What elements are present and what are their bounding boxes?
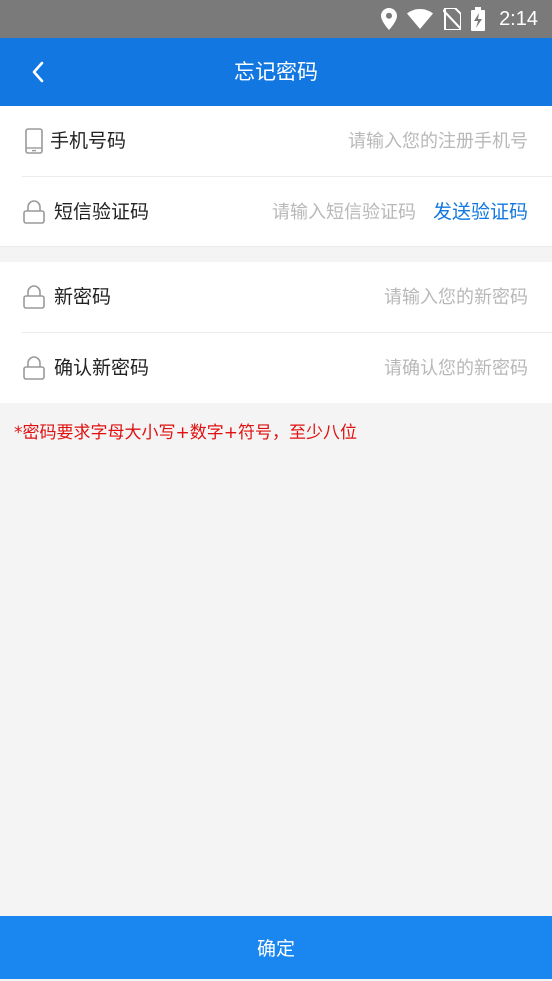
status-icons: 2:14 [381,0,538,38]
confirm-password-row: 确认新密码 [0,333,552,403]
phone-icon [22,128,46,154]
app-bar: 忘记密码 [0,38,552,106]
wifi-icon [407,9,434,29]
no-sim-icon [443,8,462,30]
new-password-input[interactable] [240,280,528,314]
status-time: 2:14 [499,7,538,30]
sms-code-label: 短信验证码 [54,201,150,223]
new-password-label: 新密码 [54,286,112,308]
group-divider [0,246,552,247]
page-title: 忘记密码 [234,60,318,84]
lock-icon [22,355,46,381]
confirm-password-label: 确认新密码 [54,357,150,379]
password-hint: *密码要求字母大小写+数字+符号，至少八位 [14,423,357,443]
sms-code-input[interactable] [200,195,416,229]
lock-icon [22,199,46,225]
password-group: 新密码 确认新密码 [0,262,552,403]
phone-row: 手机号码 [0,106,552,177]
lock-icon [22,284,46,310]
confirm-password-input[interactable] [240,351,528,385]
location-icon [381,8,398,30]
status-bar: 2:14 [0,0,552,38]
battery-charging-icon [471,7,486,31]
phone-input[interactable] [240,124,528,158]
verification-group: 手机号码 短信验证码 发送验证码 [0,106,552,247]
sms-code-row: 短信验证码 发送验证码 [0,177,552,247]
phone-label: 手机号码 [50,130,127,152]
new-password-row: 新密码 [0,262,552,333]
send-code-button[interactable]: 发送验证码 [433,177,528,247]
confirm-button[interactable]: 确定 [0,916,552,979]
